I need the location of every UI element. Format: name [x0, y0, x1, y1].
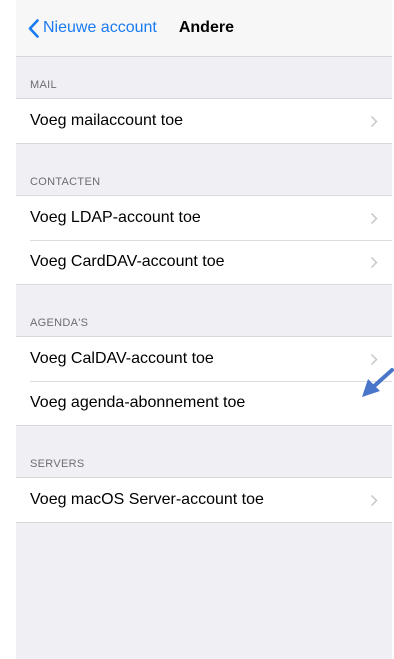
group-mail: Voeg mailaccount toe [16, 98, 392, 144]
row-label: Voeg CardDAV-account toe [30, 253, 225, 270]
chevron-right-icon [370, 494, 378, 506]
add-calendar-subscription-row[interactable]: Voeg agenda-abonnement toe [16, 381, 392, 425]
back-button-label: Nieuwe account [43, 19, 157, 36]
navigation-bar: Nieuwe account Andere [16, 0, 392, 57]
row-label: Voeg macOS Server-account toe [30, 491, 264, 508]
chevron-left-icon [28, 18, 39, 38]
add-ldap-account-row[interactable]: Voeg LDAP-account toe [16, 196, 392, 240]
arrow-icon [362, 368, 394, 397]
back-button[interactable]: Nieuwe account [28, 18, 157, 38]
chevron-right-icon [370, 115, 378, 127]
chevron-right-icon [370, 353, 378, 365]
section-header-servers: SERVERS [30, 458, 85, 470]
section-header-contacts: CONTACTEN [30, 176, 101, 188]
settings-screen: Nieuwe account Andere MAIL Voeg mailacco… [16, 0, 392, 659]
section-header-mail: MAIL [30, 79, 57, 91]
group-calendars: Voeg CalDAV-account toe Voeg agenda-abon… [16, 336, 392, 426]
row-label: Voeg LDAP-account toe [30, 209, 201, 226]
row-label: Voeg CalDAV-account toe [30, 350, 214, 367]
row-label: Voeg agenda-abonnement toe [30, 394, 246, 411]
page-title: Andere [178, 19, 234, 36]
section-header-calendars: AGENDA'S [30, 317, 89, 329]
chevron-right-icon [370, 256, 378, 268]
add-carddav-account-row[interactable]: Voeg CardDAV-account toe [16, 240, 392, 284]
group-servers: Voeg macOS Server-account toe [16, 477, 392, 523]
chevron-right-icon [370, 212, 378, 224]
row-label: Voeg mailaccount toe [30, 112, 183, 129]
group-contacts: Voeg LDAP-account toe Voeg CardDAV-accou… [16, 195, 392, 285]
add-caldav-account-row[interactable]: Voeg CalDAV-account toe [16, 337, 392, 381]
add-mail-account-row[interactable]: Voeg mailaccount toe [16, 99, 392, 143]
add-macos-server-account-row[interactable]: Voeg macOS Server-account toe [16, 478, 392, 522]
